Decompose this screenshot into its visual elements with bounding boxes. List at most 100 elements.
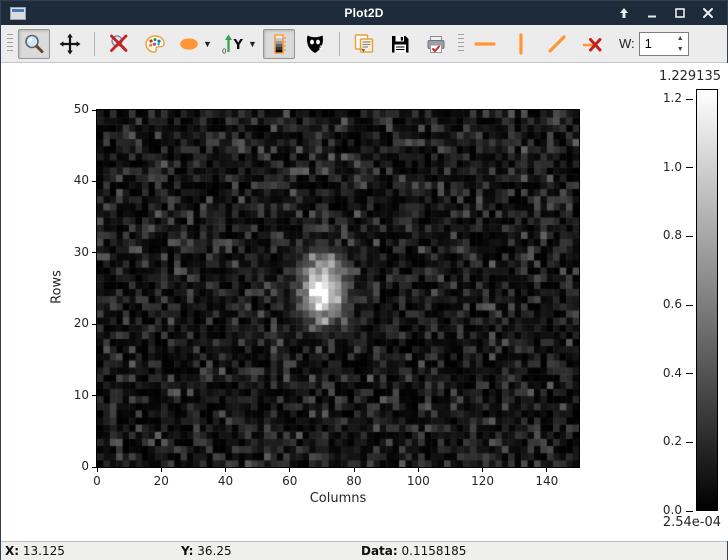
status-bar: X: 13.125 Y: 36.25 Data: 0.1158185	[1, 541, 727, 560]
colorbar[interactable]	[696, 89, 718, 511]
x-tick-label: 0	[75, 474, 119, 488]
spin-down-icon[interactable]: ▼	[673, 44, 688, 55]
colorbar-min-value: 2.54e-04	[663, 515, 721, 530]
colorbar-tick-label: 0.6	[640, 297, 682, 311]
y-tick-mark	[92, 181, 96, 182]
clipboard-icon	[352, 32, 376, 56]
colorbar-tick-label: 1.0	[640, 160, 682, 174]
toolbar-separator	[94, 32, 95, 56]
red-x-line-icon	[581, 32, 605, 56]
colorbar-toggle-button[interactable]	[263, 29, 295, 59]
colorbar-tick-mark	[686, 236, 693, 237]
main-toolbar: ▼ 0 Y ▼	[1, 25, 727, 63]
colorbar-tick-mark	[686, 305, 693, 306]
vertical-line-icon	[509, 32, 533, 56]
colorbar-tick-label: 0.8	[640, 228, 682, 242]
plot-area: 0 20 40 60 80 100 120 140 0 10 20 30 40 50 1.2 1.0 0.8 0.…	[1, 63, 728, 541]
colorbar-icon	[267, 32, 291, 56]
x-tick-mark	[418, 468, 419, 472]
y-tick-label: 20	[51, 316, 89, 330]
pan-mode-button[interactable]	[54, 29, 86, 59]
y-tick-mark	[92, 395, 96, 396]
horizontal-profile-button[interactable]	[469, 29, 501, 59]
printer-icon	[424, 32, 448, 56]
x-tick-mark	[482, 468, 483, 472]
ellipse-icon	[178, 32, 202, 56]
close-button[interactable]	[701, 6, 715, 20]
copy-to-clipboard-button[interactable]	[348, 29, 380, 59]
plot2d-window: Plot2D	[0, 0, 728, 560]
pan-arrows-icon	[58, 32, 82, 56]
print-button[interactable]	[420, 29, 452, 59]
floppy-icon	[388, 32, 412, 56]
y-tick-label: 10	[51, 388, 89, 402]
y-tick-mark	[92, 252, 96, 253]
x-tick-label: 140	[525, 474, 569, 488]
x-axis-label: Columns	[238, 491, 438, 506]
diagonal-line-icon	[545, 32, 569, 56]
profile-toolbar-grip[interactable]	[457, 34, 464, 54]
y-tick-label: 30	[51, 245, 89, 259]
y-axis-orientation-button[interactable]: 0 Y ▼	[219, 29, 259, 59]
y-tick-mark	[92, 467, 96, 468]
aspect-ratio-button[interactable]: ▼	[175, 29, 215, 59]
colorbar-tick-mark	[686, 442, 693, 443]
colorbar-tick-mark	[686, 373, 693, 374]
y-axis-up-icon: 0 Y	[221, 32, 247, 56]
x-tick-mark	[161, 468, 162, 472]
toolbar-separator	[339, 32, 340, 56]
clear-profile-button[interactable]	[577, 29, 609, 59]
x-tick-label: 20	[139, 474, 183, 488]
colorbar-tick-label: 0.2	[640, 434, 682, 448]
y-tick-label: 0	[51, 459, 89, 473]
mask-tool-button[interactable]	[299, 29, 331, 59]
zoom-mode-button[interactable]	[18, 29, 50, 59]
colorbar-tick-label: 1.2	[640, 91, 682, 105]
magnifier-x-icon	[107, 32, 131, 56]
heatmap-image[interactable]	[96, 109, 580, 468]
x-tick-mark	[289, 468, 290, 472]
x-tick-label: 60	[268, 474, 312, 488]
status-data: Data: 0.1158185	[361, 544, 466, 558]
x-tick-mark	[97, 468, 98, 472]
profile-width-input[interactable]	[640, 33, 673, 55]
x-tick-mark	[225, 468, 226, 472]
colorbar-tick-mark	[686, 99, 693, 100]
colorbar-tick-mark	[686, 167, 693, 168]
y-tick-label: 50	[51, 102, 89, 116]
chevron-down-icon: ▼	[248, 39, 257, 49]
palette-icon	[143, 32, 167, 56]
colorbar-tick-label: 0.4	[640, 366, 682, 380]
svg-text:0: 0	[222, 47, 226, 55]
status-y: Y: 36.25	[181, 544, 232, 558]
toolbar-grip[interactable]	[6, 34, 13, 54]
chevron-down-icon: ▼	[203, 39, 212, 49]
profile-width-label: W:	[619, 36, 635, 51]
status-x: X: 13.125	[5, 544, 65, 558]
minimize-button[interactable]	[645, 6, 659, 20]
maximize-button[interactable]	[673, 6, 687, 20]
x-tick-label: 120	[461, 474, 505, 488]
y-axis-label: Rows	[50, 270, 65, 304]
free-line-profile-button[interactable]	[541, 29, 573, 59]
x-tick-mark	[354, 468, 355, 472]
y-tick-label: 40	[51, 173, 89, 187]
x-tick-label: 80	[332, 474, 376, 488]
spin-up-icon[interactable]: ▲	[673, 33, 688, 44]
x-tick-label: 40	[204, 474, 248, 488]
shade-button[interactable]	[617, 6, 631, 20]
magnifier-icon	[22, 32, 46, 56]
reset-zoom-button[interactable]	[103, 29, 135, 59]
y-tick-mark	[92, 110, 96, 111]
y-tick-mark	[92, 324, 96, 325]
profile-width-spinbox: ▲ ▼	[639, 32, 689, 56]
x-tick-mark	[546, 468, 547, 472]
svg-text:Y: Y	[233, 38, 244, 53]
x-tick-label: 100	[396, 474, 440, 488]
vertical-profile-button[interactable]	[505, 29, 537, 59]
title-bar: Plot2D	[1, 1, 727, 25]
colormap-button[interactable]	[139, 29, 171, 59]
save-button[interactable]	[384, 29, 416, 59]
colorbar-max-value: 1.229135	[659, 69, 721, 84]
mask-icon	[303, 32, 327, 56]
